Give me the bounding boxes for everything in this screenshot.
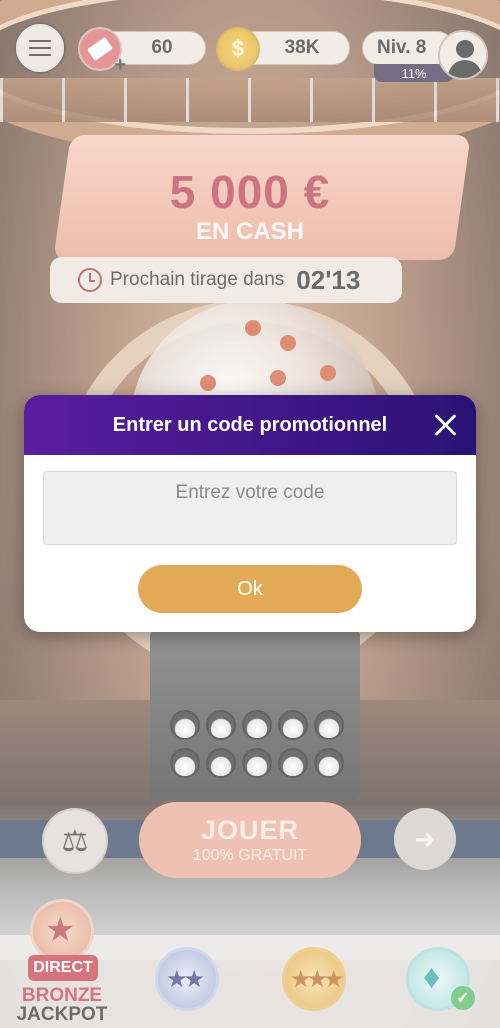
close-icon[interactable] — [430, 410, 460, 440]
ok-label: Ok — [237, 577, 263, 600]
ok-button[interactable]: Ok — [138, 565, 362, 613]
promo-code-modal: Entrer un code promotionnel Ok — [24, 395, 476, 632]
modal-title: Entrer un code promotionnel — [112, 413, 388, 436]
modal-header: Entrer un code promotionnel — [24, 395, 476, 455]
promo-code-input[interactable] — [43, 471, 457, 545]
